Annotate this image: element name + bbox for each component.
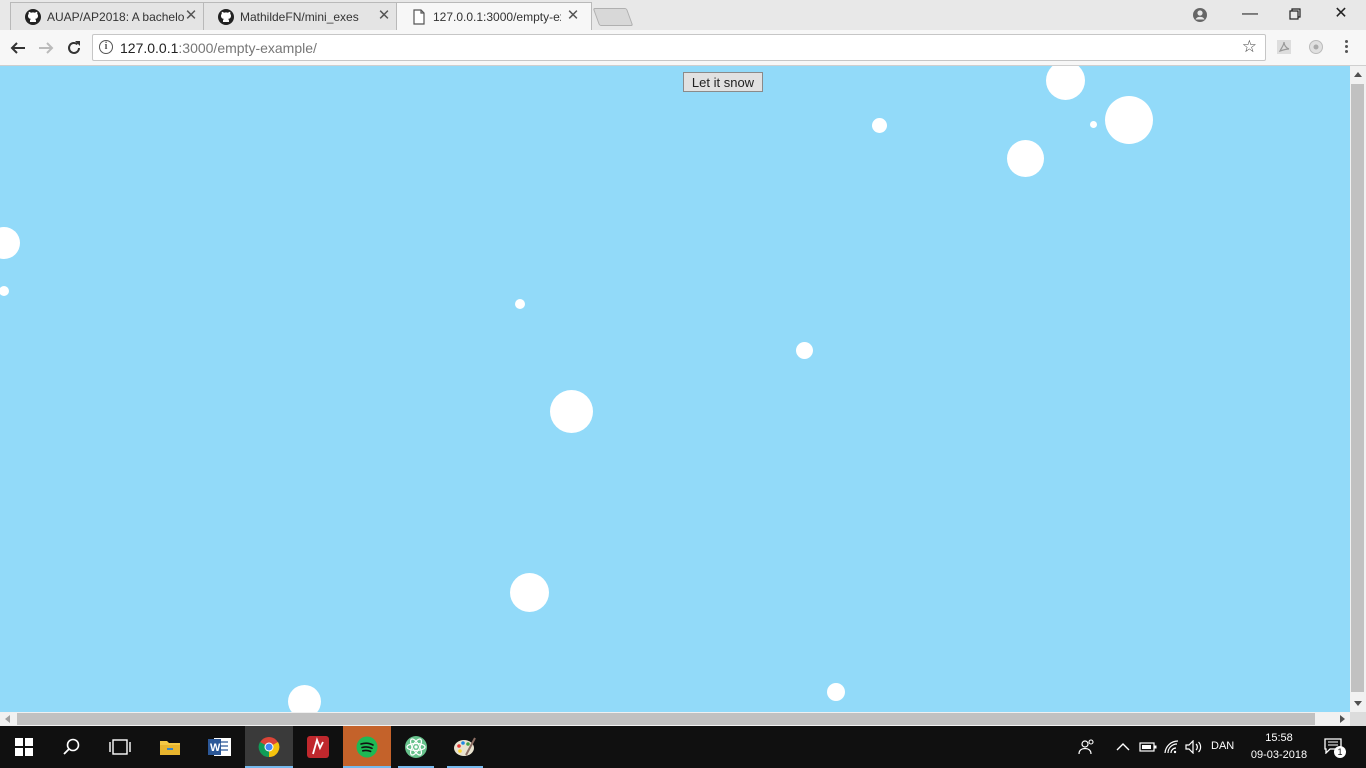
spotify-icon <box>356 736 378 758</box>
volume-icon[interactable] <box>1185 740 1203 754</box>
search-icon <box>63 738 80 755</box>
tab-title: MathildeFN/mini_exes <box>240 10 359 24</box>
language-indicator[interactable]: DAN <box>1211 740 1234 752</box>
url-path: :3000/empty-example/ <box>178 40 317 56</box>
url-text: 127.0.0.1:3000/empty-example/ <box>120 40 317 56</box>
battery-icon[interactable] <box>1139 742 1157 752</box>
horizontal-scroll-thumb[interactable] <box>17 713 1315 725</box>
profile-icon[interactable] <box>1190 5 1210 25</box>
github-icon <box>218 9 234 25</box>
snowflake <box>0 286 9 296</box>
clock-time: 15:58 <box>1265 732 1293 744</box>
chevron-up-icon[interactable] <box>1116 742 1130 752</box>
file-explorer-button[interactable] <box>146 726 194 768</box>
tab-title: AUAP/AP2018: A bachelo <box>47 10 185 24</box>
forward-arrow-icon[interactable] <box>34 36 58 60</box>
page-canvas: Let it snow <box>0 66 1350 712</box>
scroll-up-arrow-icon[interactable] <box>1354 72 1362 77</box>
scrollbar-corner <box>1350 712 1366 726</box>
atom-button[interactable] <box>392 726 440 768</box>
svg-text:W: W <box>210 742 221 754</box>
app-red-icon <box>307 736 329 758</box>
notification-badge: 1 <box>1334 746 1346 758</box>
new-tab-button[interactable] <box>592 8 634 26</box>
chrome-icon <box>258 737 280 758</box>
snowflake <box>0 227 20 259</box>
info-icon[interactable]: i <box>99 40 113 54</box>
extension-icon[interactable] <box>1308 39 1324 55</box>
snowflake <box>550 390 593 433</box>
clock-date: 09-03-2018 <box>1250 749 1308 761</box>
red-app-button[interactable] <box>294 726 342 768</box>
horizontal-scrollbar[interactable] <box>0 712 1350 726</box>
people-icon[interactable] <box>1078 738 1096 756</box>
word-button[interactable]: W <box>196 726 244 768</box>
snowflake <box>288 685 321 712</box>
snowflake <box>796 342 813 359</box>
snowflake <box>1007 140 1044 177</box>
snowflake <box>510 573 549 612</box>
tab-empty-example[interactable]: 127.0.0.1:3000/empty-ex ✕ <box>396 2 592 30</box>
clock[interactable]: 15:58 09-03-2018 <box>1248 730 1310 764</box>
search-button[interactable] <box>48 726 96 768</box>
browser-toolbar: i 127.0.0.1:3000/empty-example/ ☆ <box>0 30 1366 66</box>
chrome-button[interactable] <box>245 726 293 768</box>
pdf-extension-icon[interactable] <box>1276 39 1292 55</box>
spotify-button[interactable] <box>343 726 391 768</box>
tab-mini-exes[interactable]: MathildeFN/mini_exes ✕ <box>203 2 403 30</box>
tab-title: 127.0.0.1:3000/empty-ex <box>433 10 561 24</box>
close-tab-icon[interactable]: ✕ <box>376 8 392 24</box>
word-icon: W <box>208 738 231 756</box>
scroll-down-arrow-icon[interactable] <box>1354 701 1362 706</box>
page-icon <box>413 9 425 25</box>
task-view-button[interactable] <box>96 726 144 768</box>
atom-icon <box>405 736 427 758</box>
bookmark-star-icon[interactable]: ☆ <box>1242 37 1257 57</box>
restore-icon[interactable] <box>1272 0 1318 28</box>
url-host: 127.0.0.1 <box>120 40 179 56</box>
file-explorer-icon <box>160 741 180 755</box>
snowflake <box>1105 96 1153 144</box>
back-arrow-icon[interactable] <box>6 36 30 60</box>
snowflake <box>1046 66 1085 100</box>
close-window-icon[interactable]: ✕ <box>1318 0 1364 28</box>
taskbar: W DAN 15:58 09-03-2018 1 <box>0 726 1366 768</box>
paint-button[interactable] <box>441 726 489 768</box>
snowflake <box>1090 121 1097 128</box>
vertical-scroll-thumb[interactable] <box>1351 84 1364 692</box>
snowflake <box>515 299 525 309</box>
github-icon <box>25 9 41 25</box>
scroll-right-arrow-icon[interactable] <box>1340 715 1345 723</box>
notification-center-button[interactable]: 1 <box>1322 736 1346 758</box>
task-view-icon <box>109 739 131 755</box>
close-tab-icon[interactable]: ✕ <box>565 8 581 24</box>
snowflake <box>827 683 845 701</box>
wifi-icon[interactable] <box>1164 740 1180 754</box>
start-button[interactable] <box>0 726 48 768</box>
menu-dots-icon[interactable] <box>1342 38 1350 58</box>
snowflake <box>872 118 887 133</box>
tab-auap[interactable]: AUAP/AP2018: A bachelo ✕ <box>10 2 210 30</box>
scroll-left-arrow-icon[interactable] <box>5 715 10 723</box>
address-bar[interactable]: i 127.0.0.1:3000/empty-example/ ☆ <box>92 34 1266 61</box>
vertical-scrollbar[interactable] <box>1350 66 1366 712</box>
close-tab-icon[interactable]: ✕ <box>183 8 199 24</box>
reload-icon[interactable] <box>62 36 86 60</box>
minimize-icon[interactable]: ― <box>1227 0 1273 28</box>
tab-strip: AUAP/AP2018: A bachelo ✕ MathildeFN/mini… <box>0 0 1366 30</box>
paint-icon <box>454 737 476 756</box>
let-it-snow-button[interactable]: Let it snow <box>683 72 763 92</box>
windows-icon <box>15 738 33 756</box>
